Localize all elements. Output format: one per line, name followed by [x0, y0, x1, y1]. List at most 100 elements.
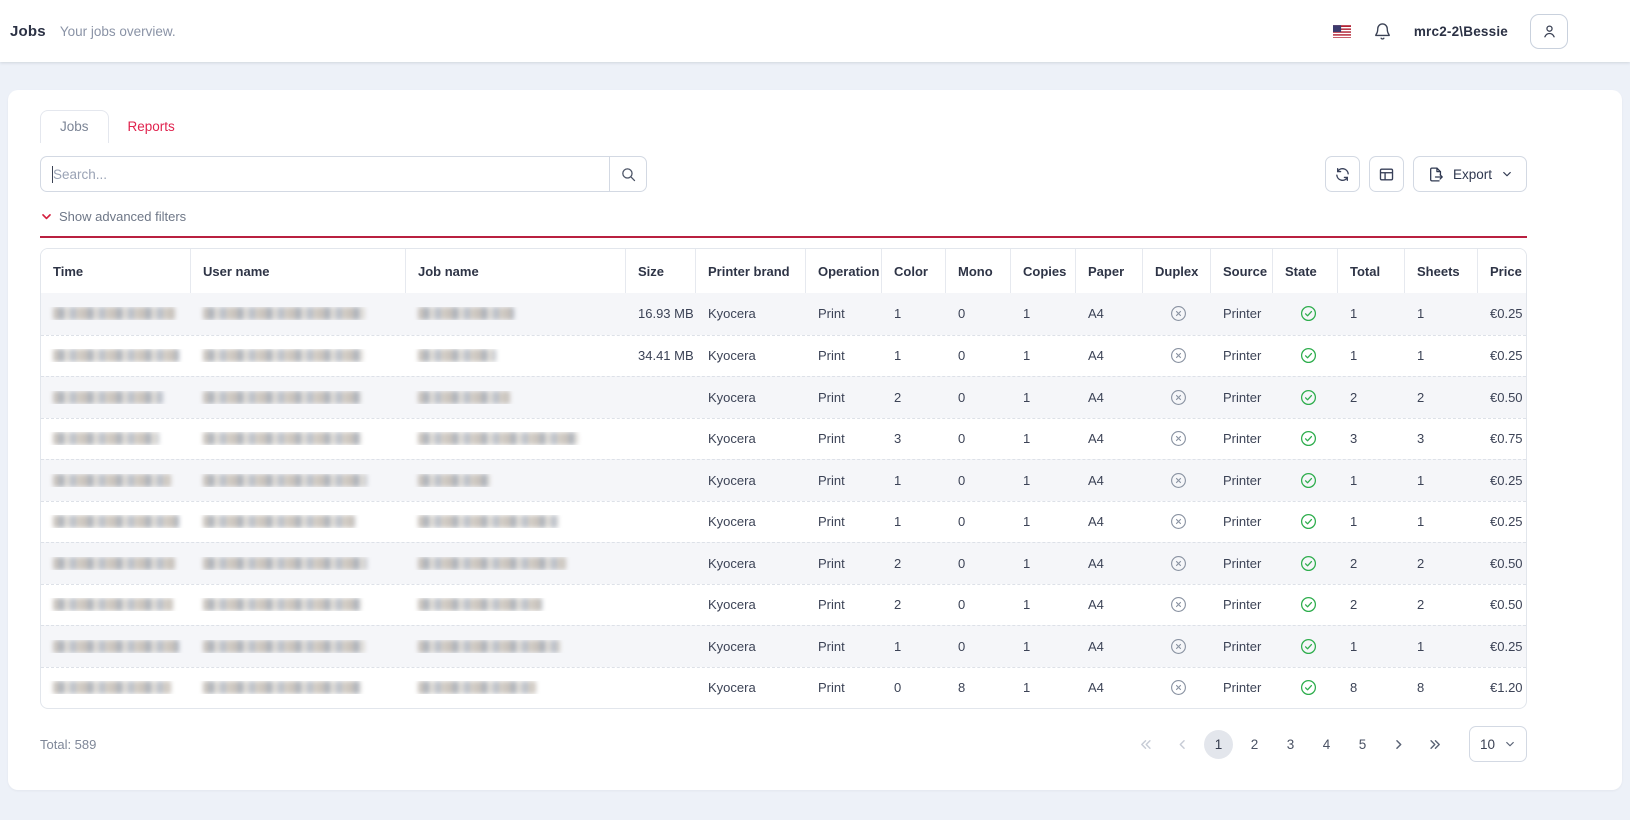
previous-page-button[interactable]: [1168, 730, 1197, 759]
screen: Jobs Your jobs overview. mrc2-2\Bessie J…: [0, 0, 1630, 790]
page-button-1[interactable]: 1: [1204, 730, 1233, 759]
cell-color: 2: [882, 556, 946, 571]
cell-mono: 0: [946, 306, 1011, 321]
state-completed-icon: [1300, 305, 1317, 322]
redacted-time: [53, 640, 179, 653]
cell-copies: 1: [1011, 556, 1076, 571]
cell-duplex: [1143, 513, 1211, 530]
page-button-3[interactable]: 3: [1276, 730, 1305, 759]
search-button[interactable]: [609, 157, 646, 191]
cell-user: [191, 474, 406, 487]
cell-color: 0: [882, 680, 946, 695]
cell-sheets: 1: [1405, 639, 1478, 654]
cell-mono: 8: [946, 680, 1011, 695]
redacted-time: [53, 307, 175, 320]
cell-paper: A4: [1076, 639, 1143, 654]
cell-operation: Print: [806, 390, 882, 405]
duplex-off-icon: [1170, 555, 1187, 572]
cell-time: [41, 432, 191, 445]
cell-paper: A4: [1076, 431, 1143, 446]
cell-printer_brand: Kyocera: [696, 431, 806, 446]
column-header-copies: Copies: [1011, 249, 1076, 293]
cell-price: €0.25: [1478, 639, 1527, 654]
cell-price: €0.50: [1478, 556, 1527, 571]
cell-printer_brand: Kyocera: [696, 680, 806, 695]
table-row[interactable]: KyoceraPrint101A4Printer11€0.25: [41, 501, 1526, 543]
cell-duplex: [1143, 638, 1211, 655]
duplex-off-icon: [1170, 305, 1187, 322]
page-size-select[interactable]: 10: [1469, 726, 1527, 762]
cell-time: [41, 557, 191, 570]
cell-operation: Print: [806, 431, 882, 446]
table-row[interactable]: KyoceraPrint201A4Printer22€0.50: [41, 542, 1526, 584]
table-row[interactable]: KyoceraPrint201A4Printer22€0.50: [41, 584, 1526, 626]
table-row[interactable]: KyoceraPrint201A4Printer22€0.50: [41, 376, 1526, 418]
notifications-bell-icon[interactable]: [1373, 22, 1392, 41]
column-settings-button[interactable]: [1369, 156, 1404, 192]
language-flag-us-icon[interactable]: [1333, 25, 1351, 38]
redacted-user: [203, 681, 361, 694]
refresh-button[interactable]: [1325, 156, 1360, 192]
cell-user: [191, 391, 406, 404]
search-input[interactable]: [41, 157, 609, 191]
column-header-source: Source: [1211, 249, 1273, 293]
redacted-user: [203, 598, 361, 611]
cell-total: 3: [1338, 431, 1405, 446]
cell-duplex: [1143, 472, 1211, 489]
state-completed-icon: [1300, 596, 1317, 613]
advanced-filters-toggle[interactable]: Show advanced filters: [40, 209, 186, 224]
pagination: 12345 10: [1132, 726, 1527, 762]
page-button-2[interactable]: 2: [1240, 730, 1269, 759]
cell-color: 1: [882, 306, 946, 321]
redacted-user: [203, 307, 365, 320]
first-page-button[interactable]: [1132, 730, 1161, 759]
cell-copies: 1: [1011, 306, 1076, 321]
export-button[interactable]: Export: [1413, 156, 1527, 192]
column-header-price: Price: [1478, 249, 1527, 293]
cell-state: [1273, 596, 1338, 613]
cell-job: [406, 557, 626, 570]
jobs-table: TimeUser nameJob nameSizePrinter brandOp…: [40, 248, 1527, 709]
cell-user: [191, 640, 406, 653]
table-row[interactable]: KyoceraPrint081A4Printer88€1.20: [41, 667, 1526, 709]
tab-reports[interactable]: Reports: [109, 111, 194, 143]
user-menu-button[interactable]: [1530, 14, 1568, 49]
cell-source: Printer: [1211, 514, 1273, 529]
cell-copies: 1: [1011, 680, 1076, 695]
page-button-5[interactable]: 5: [1348, 730, 1377, 759]
chevron-down-icon: [1501, 168, 1513, 180]
cell-state: [1273, 513, 1338, 530]
cell-time: [41, 598, 191, 611]
duplex-off-icon: [1170, 347, 1187, 364]
cell-job: [406, 515, 626, 528]
last-page-button[interactable]: [1420, 730, 1449, 759]
cell-job: [406, 598, 626, 611]
table-row[interactable]: KyoceraPrint101A4Printer11€0.25: [41, 459, 1526, 501]
table-row[interactable]: 16.93 MBKyoceraPrint101A4Printer11€0.25: [41, 293, 1526, 335]
cell-time: [41, 515, 191, 528]
column-header-operation: Operation: [806, 249, 882, 293]
cell-state: [1273, 305, 1338, 322]
cell-time: [41, 307, 191, 320]
duplex-off-icon: [1170, 679, 1187, 696]
page-button-4[interactable]: 4: [1312, 730, 1341, 759]
refresh-icon: [1334, 166, 1351, 183]
next-page-button[interactable]: [1384, 730, 1413, 759]
table-row[interactable]: KyoceraPrint101A4Printer11€0.25: [41, 625, 1526, 667]
export-icon: [1427, 166, 1444, 183]
cell-user: [191, 432, 406, 445]
tab-bar: Jobs Reports: [40, 110, 1527, 143]
column-header-user: User name: [191, 249, 406, 293]
cell-duplex: [1143, 347, 1211, 364]
cell-sheets: 8: [1405, 680, 1478, 695]
cell-total: 2: [1338, 390, 1405, 405]
cell-source: Printer: [1211, 597, 1273, 612]
table-row[interactable]: 34.41 MBKyoceraPrint101A4Printer11€0.25: [41, 335, 1526, 377]
tab-jobs[interactable]: Jobs: [40, 110, 109, 143]
column-header-sheets: Sheets: [1405, 249, 1478, 293]
cell-sheets: 2: [1405, 390, 1478, 405]
column-header-paper: Paper: [1076, 249, 1143, 293]
duplex-off-icon: [1170, 472, 1187, 489]
cell-paper: A4: [1076, 390, 1143, 405]
table-row[interactable]: KyoceraPrint301A4Printer33€0.75: [41, 418, 1526, 460]
